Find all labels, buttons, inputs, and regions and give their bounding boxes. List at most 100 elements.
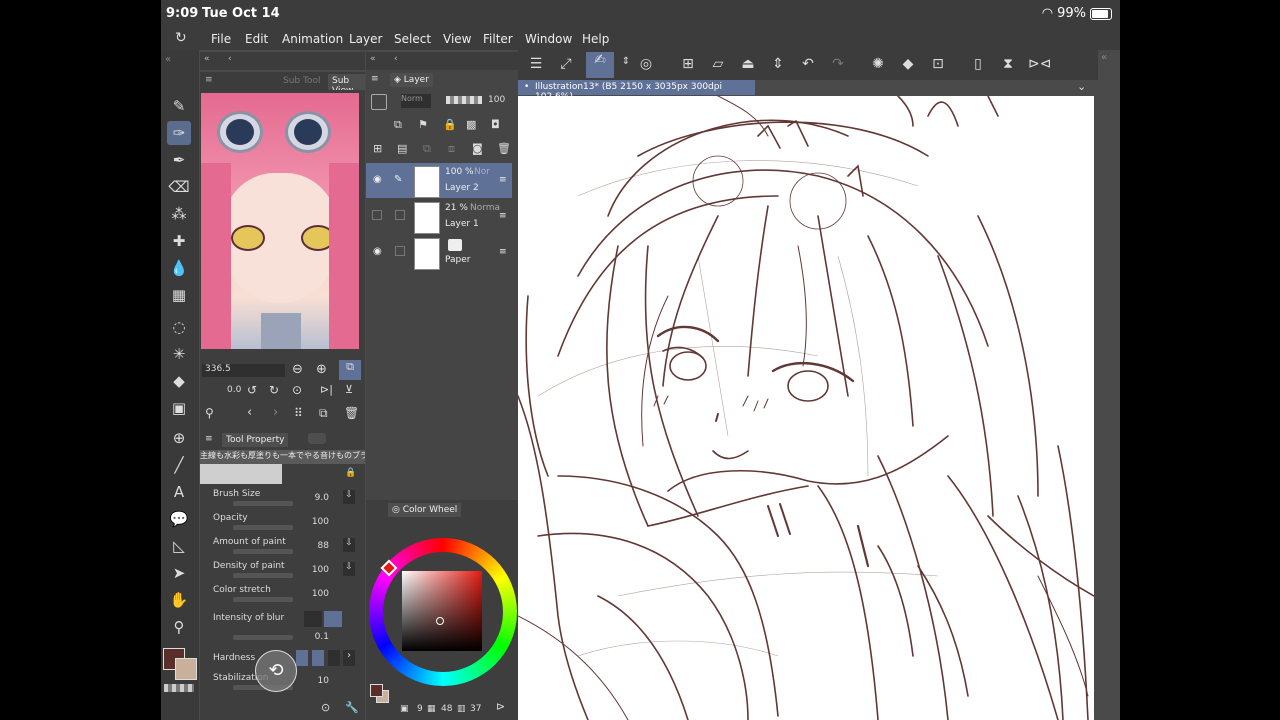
chevron-right-icon[interactable]: › (343, 650, 355, 666)
flip-horizontal-icon[interactable]: ⊳⊲ (1028, 56, 1051, 74)
text-tool-icon[interactable]: A (167, 480, 191, 504)
chevron-down-icon[interactable]: ⌄ (1077, 80, 1086, 93)
tab-brush-shape-icon[interactable] (308, 433, 326, 444)
prop-density-slider[interactable] (233, 573, 293, 578)
fill-tool-icon[interactable]: ◆ (167, 369, 191, 393)
transform-icon[interactable]: ⊡ (928, 56, 948, 74)
next-image-icon[interactable]: › (273, 405, 278, 420)
drawing-canvas[interactable] (518, 96, 1094, 720)
prop-blur-value[interactable]: 0.1 (309, 632, 329, 642)
brush-tool-icon[interactable]: ✑ (167, 121, 191, 145)
layer-mask-icon[interactable]: ◙ (472, 142, 483, 155)
eye-icon[interactable]: ◉ (373, 174, 382, 185)
prop-brush-size-value[interactable]: 9.0 (309, 493, 329, 503)
lock-icon[interactable]: 🔒 (345, 468, 356, 478)
lasso-tool-icon[interactable]: ◌ (167, 315, 191, 339)
blur-option-a-icon[interactable] (304, 611, 322, 627)
eyedropper-icon[interactable]: ⚲ (205, 406, 214, 420)
panel-menu-icon[interactable]: ≡ (371, 74, 379, 84)
auto-select-tool-icon[interactable]: ✳ (167, 342, 191, 366)
undo-icon[interactable]: ↶ (798, 56, 818, 74)
tab-tool-property[interactable]: Tool Property (222, 433, 289, 447)
pressure-icon[interactable]: ⇩ (343, 538, 355, 552)
pen-tool-icon[interactable]: ✎ (167, 94, 191, 118)
eye-icon[interactable]: ◉ (373, 246, 382, 257)
airbrush-tool-icon[interactable]: ⁂ (167, 202, 191, 226)
prop-amount-value[interactable]: 88 (309, 541, 329, 551)
layer-row[interactable]: ◉ Paper ≡ (366, 235, 512, 270)
panel-menu-icon[interactable]: ≡ (205, 434, 213, 444)
prop-density-value[interactable]: 100 (309, 565, 329, 575)
color-picker-cursor[interactable] (436, 617, 444, 625)
blend-tool-icon[interactable]: 💧 (167, 256, 191, 280)
save-icon[interactable]: ⏏ (738, 56, 758, 74)
pressure-icon[interactable]: ⇩ (343, 490, 355, 504)
fit-canvas-icon[interactable]: ⤢ (556, 56, 576, 74)
line-tool-icon[interactable]: ╱ (167, 453, 191, 477)
chevron-left-icon[interactable]: ‹ (228, 54, 232, 64)
device-icon[interactable]: ▯ (968, 56, 988, 74)
layer-opacity-value[interactable]: 100 (488, 95, 505, 105)
saturation-value-square[interactable] (402, 571, 482, 651)
tab-layer[interactable]: ◈ Layer (390, 73, 433, 87)
prop-brush-size-slider[interactable] (233, 501, 293, 506)
prop-stabilization-value[interactable]: 10 (309, 676, 329, 686)
blend-mode-select[interactable]: Norm (401, 94, 431, 108)
blur-option-b-icon[interactable] (324, 611, 342, 627)
hardness-level-c[interactable] (328, 650, 340, 666)
app-logo-icon[interactable]: ↻ (175, 30, 191, 46)
ruler-tool-icon[interactable]: ◺ (167, 534, 191, 558)
collapse-icon[interactable]: « (165, 54, 171, 65)
fill-icon[interactable]: ◆ (898, 56, 918, 74)
hand-tool-icon[interactable]: ✋ (167, 588, 191, 612)
subview-toggle-icon[interactable]: ⧉ (339, 360, 361, 380)
operation-tool-icon[interactable]: ➤ (167, 561, 191, 585)
menu-view[interactable]: View (443, 32, 471, 46)
grid-icon[interactable]: ⠿ (294, 406, 303, 420)
menu-layer[interactable]: Layer (349, 32, 382, 46)
eyedropper-tool-icon[interactable]: ⚲ (167, 615, 191, 639)
prop-color-stretch-slider[interactable] (233, 597, 293, 602)
prop-blur-slider[interactable] (233, 635, 293, 640)
tab-color-wheel[interactable]: ◎ Color Wheel (388, 503, 462, 517)
wrench-icon[interactable]: 🔧 (345, 701, 359, 714)
reference-layer-icon[interactable]: ⚑ (418, 118, 428, 131)
eraser-tool-icon[interactable]: ⌫ (167, 175, 191, 199)
collapse-right-icon[interactable]: « (1101, 52, 1107, 63)
rotate-right-icon[interactable]: ↻ (269, 383, 279, 397)
move-layer-tool-icon[interactable]: ⊕ (167, 426, 191, 450)
figure-tool-icon[interactable]: ✚ (167, 229, 191, 253)
chevron-updown-icon[interactable]: ⇕ (768, 56, 788, 74)
drag-handle-icon[interactable]: ≡ (499, 247, 507, 257)
flip-vertical-icon[interactable]: ⧗ (998, 56, 1018, 74)
delete-layer-icon[interactable]: 🗑 (497, 142, 511, 155)
new-folder-icon[interactable]: ▤ (397, 142, 407, 155)
main-color-mini[interactable] (370, 684, 383, 697)
record-icon[interactable]: ◎ (636, 56, 656, 74)
opacity-bar[interactable] (446, 96, 482, 104)
gradient-tool-icon[interactable]: ▣ (167, 396, 191, 420)
menu-file[interactable]: File (211, 32, 231, 46)
panel-menu-icon[interactable]: ≡ (205, 75, 213, 85)
menu-animation[interactable]: Animation (282, 32, 343, 46)
prop-opacity-value[interactable]: 100 (309, 517, 329, 527)
menu-edit[interactable]: Edit (245, 32, 268, 46)
hidden-eye-icon[interactable] (372, 210, 382, 220)
new-canvas-icon[interactable]: ⊞ (678, 56, 698, 74)
copy-layer-icon[interactable]: ⧉ (423, 142, 431, 156)
flip-vertical-icon[interactable]: ⊻ (345, 383, 353, 396)
transparent-color-swatch[interactable] (164, 684, 194, 692)
trash-icon[interactable]: 🗑 (344, 406, 359, 420)
chevron-left-icon[interactable]: ‹ (394, 54, 398, 64)
quick-access-icon[interactable]: ✍ (586, 52, 614, 78)
menu-help[interactable]: Help (582, 32, 609, 46)
reset-rotation-icon[interactable]: ⊙ (292, 383, 302, 397)
lock-icon[interactable]: 🔒 (443, 118, 457, 131)
zoom-field[interactable]: 336.5 (202, 364, 285, 377)
loading-icon[interactable]: ✺ (868, 56, 888, 74)
hardness-level-b[interactable] (312, 650, 324, 666)
drag-handle-icon[interactable]: ≡ (499, 175, 507, 185)
flip-horizontal-icon[interactable]: ⊳| (320, 383, 333, 396)
menu-select[interactable]: Select (394, 32, 431, 46)
prop-opacity-slider[interactable] (233, 525, 293, 530)
